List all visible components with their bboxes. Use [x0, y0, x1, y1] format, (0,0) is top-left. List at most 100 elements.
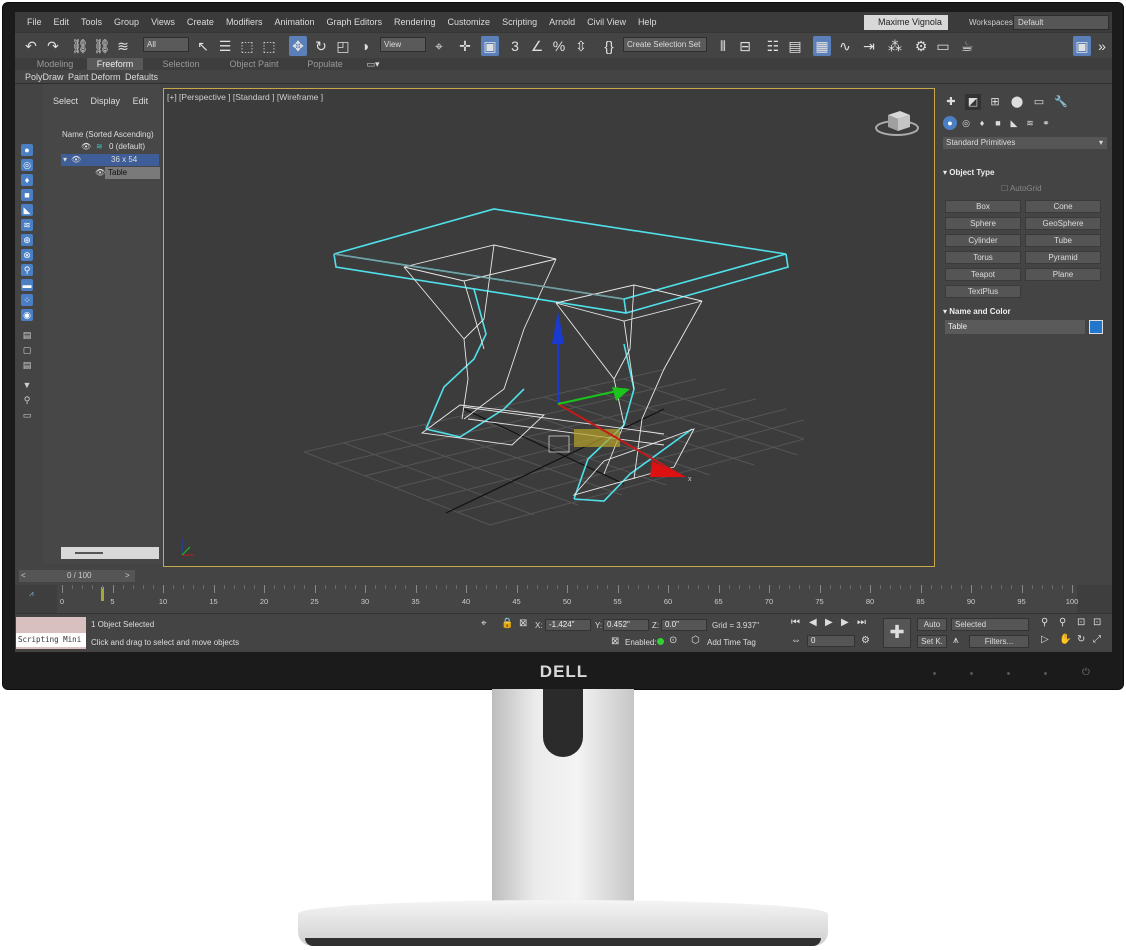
- menu-graph-editors[interactable]: Graph Editors: [320, 17, 388, 27]
- go-to-start-icon[interactable]: ⏮: [791, 617, 800, 628]
- display-lights-icon[interactable]: ♦: [21, 174, 33, 186]
- display-spacewarps-icon[interactable]: ≋: [21, 219, 33, 231]
- eye-icon[interactable]: 👁: [71, 154, 81, 166]
- bind-spacewarp-icon[interactable]: ≋: [115, 36, 131, 56]
- z-coordinate-input[interactable]: 0.0": [661, 619, 707, 631]
- material-editor-icon[interactable]: ⁂: [887, 36, 903, 56]
- timeline-ruler[interactable]: 0 5 10 15 20 25 30 35 40 45 50 55 60 65 70 75 80 85 90 95 10…: [57, 585, 1078, 613]
- paint-deform-panel[interactable]: Paint Deform: [68, 71, 121, 83]
- mirror-icon[interactable]: ⫴: [715, 36, 731, 56]
- find-icon[interactable]: ⚲: [21, 394, 33, 406]
- select-manipulate-icon[interactable]: ✛: [457, 36, 473, 56]
- menu-modifiers[interactable]: Modifiers: [220, 17, 269, 27]
- menu-edit[interactable]: Edit: [48, 17, 76, 27]
- name-color-rollout[interactable]: ▾ Name and Color: [943, 307, 1107, 316]
- select-scale-icon[interactable]: ◰: [335, 36, 351, 56]
- menu-arnold[interactable]: Arnold: [543, 17, 581, 27]
- play-icon[interactable]: ▶: [825, 617, 833, 628]
- explorer-menu-edit[interactable]: Edit: [133, 96, 149, 106]
- layer-explorer-icon[interactable]: ▤: [787, 36, 803, 56]
- align-icon[interactable]: ⊟: [737, 36, 753, 56]
- create-tab-icon[interactable]: ✚: [943, 94, 959, 110]
- geosphere-button[interactable]: GeoSphere: [1025, 217, 1101, 230]
- bezel-button[interactable]: [970, 672, 973, 675]
- keyboard-shortcut-override-icon[interactable]: ▣: [481, 36, 499, 56]
- menu-civil-view[interactable]: Civil View: [581, 17, 632, 27]
- menu-customize[interactable]: Customize: [442, 17, 497, 27]
- display-bones-icon[interactable]: ⚲: [21, 264, 33, 276]
- eye-icon[interactable]: 👁: [81, 141, 91, 153]
- spinner-snap-icon[interactable]: ⇳: [573, 36, 589, 56]
- shapes-icon[interactable]: ◎: [959, 116, 973, 130]
- selection-filter-dropdown[interactable]: All: [143, 37, 189, 52]
- autogrid-checkbox[interactable]: ☐ AutoGrid: [1001, 184, 1042, 193]
- tab-selection[interactable]: Selection: [151, 58, 211, 70]
- primitive-category-dropdown[interactable]: Standard Primitives ▾: [943, 137, 1107, 149]
- maxscript-listener[interactable]: Scripting Mini: [16, 617, 86, 649]
- display-helpers-icon[interactable]: ◣: [21, 204, 33, 216]
- textplus-button[interactable]: TextPlus: [945, 285, 1021, 298]
- teapot-button[interactable]: Teapot: [945, 268, 1021, 281]
- motion-tab-icon[interactable]: ⬤: [1009, 94, 1025, 110]
- key-mode-icon[interactable]: ⇔: [791, 635, 801, 646]
- key-tangent-icon[interactable]: ⩚: [953, 635, 959, 646]
- toggle-ribbon-icon[interactable]: ▦: [813, 36, 831, 56]
- display-tab-icon[interactable]: ▭: [1031, 94, 1047, 110]
- edit-named-selection-icon[interactable]: {}: [601, 36, 617, 56]
- display-xrefs-icon[interactable]: ⊗: [21, 249, 33, 261]
- orbit-icon[interactable]: ↻: [1077, 634, 1085, 645]
- y-coordinate-input[interactable]: 0.452": [603, 619, 649, 631]
- hierarchy-tab-icon[interactable]: ⊞: [987, 94, 1003, 110]
- utilities-tab-icon[interactable]: 🔧: [1053, 94, 1069, 110]
- modify-tab-icon[interactable]: ◩: [965, 94, 981, 110]
- object-type-rollout[interactable]: ▾ Object Type: [943, 168, 1107, 177]
- pivot-center-icon[interactable]: ⌖: [431, 36, 447, 56]
- window-crossing-icon[interactable]: ⬚: [261, 36, 277, 56]
- zoom-icon[interactable]: ⚲: [1041, 617, 1048, 628]
- render-setup-icon[interactable]: ⚙: [913, 36, 929, 56]
- display-frozen-icon[interactable]: ◉: [21, 309, 33, 321]
- helpers-icon[interactable]: ◣: [1007, 116, 1021, 130]
- key-filter-dropdown[interactable]: Selected: [951, 618, 1029, 631]
- filter-icon[interactable]: ▼: [21, 379, 33, 391]
- spacewarps-icon[interactable]: ≋: [1023, 116, 1037, 130]
- menu-rendering[interactable]: Rendering: [388, 17, 442, 27]
- menu-animation[interactable]: Animation: [268, 17, 320, 27]
- maxscript-mini-input[interactable]: Scripting Mini: [16, 633, 86, 647]
- display-containers-icon[interactable]: ▬: [21, 279, 33, 291]
- tab-freeform[interactable]: Freeform: [87, 58, 143, 70]
- container-icon[interactable]: ▭: [21, 409, 33, 421]
- menu-file[interactable]: File: [21, 17, 48, 27]
- object-name-input[interactable]: Table: [945, 320, 1085, 334]
- layer-row[interactable]: 0 (default): [109, 141, 145, 153]
- prev-frame-icon[interactable]: <: [21, 570, 26, 582]
- display-particles-icon[interactable]: ⁘: [21, 294, 33, 306]
- box-button[interactable]: Box: [945, 200, 1021, 213]
- maximize-viewport-icon[interactable]: ⤢: [1093, 634, 1101, 645]
- go-to-end-icon[interactable]: ⏭: [857, 617, 866, 628]
- menu-help[interactable]: Help: [632, 17, 663, 27]
- select-move-icon[interactable]: ✥: [289, 36, 307, 56]
- next-key-icon[interactable]: ▶: [841, 617, 849, 628]
- display-invert-icon[interactable]: ▤: [21, 359, 33, 371]
- adaptive-degradation-icon[interactable]: ⊠: [611, 636, 619, 647]
- pyramid-button[interactable]: Pyramid: [1025, 251, 1101, 264]
- object-row[interactable]: Table: [105, 167, 160, 179]
- pan-icon[interactable]: ✋: [1059, 634, 1071, 645]
- chevron-right-icon[interactable]: »: [1095, 36, 1109, 56]
- tab-populate[interactable]: Populate: [295, 58, 355, 70]
- zoom-extents-icon[interactable]: ⊡: [1077, 617, 1085, 628]
- snaps-toggle-icon[interactable]: 3: [507, 36, 523, 56]
- column-header-name[interactable]: Name (Sorted Ascending): [62, 130, 154, 139]
- key-filters-button[interactable]: Filters...: [969, 635, 1029, 648]
- plane-button[interactable]: Plane: [1025, 268, 1101, 281]
- defaults-panel[interactable]: Defaults: [125, 71, 158, 83]
- tab-object-paint[interactable]: Object Paint: [221, 58, 287, 70]
- angle-snap-icon[interactable]: ∠: [529, 36, 545, 56]
- ribbon-options-icon[interactable]: ▭▾: [363, 58, 383, 70]
- link-icon[interactable]: ⛓: [71, 36, 89, 56]
- display-none-icon[interactable]: ▢: [21, 344, 33, 356]
- explorer-menu-select[interactable]: Select: [53, 96, 78, 106]
- menu-tools[interactable]: Tools: [75, 17, 108, 27]
- time-tag-icon[interactable]: ⬡: [691, 635, 700, 646]
